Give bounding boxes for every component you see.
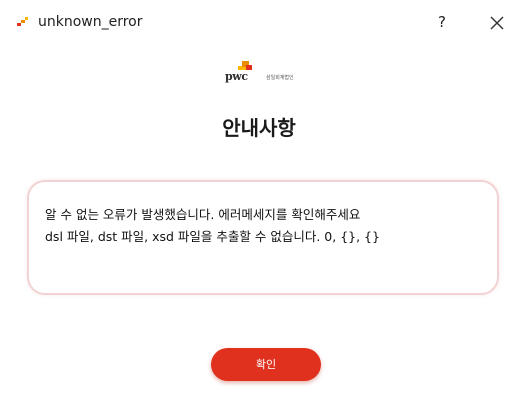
error-message-line-2: dsl 파일, dst 파일, xsd 파일을 추출할 수 없습니다. 0, {…: [45, 229, 380, 244]
close-icon[interactable]: [484, 10, 510, 36]
logo-wordmark: pwc: [225, 70, 248, 83]
error-message-line-1: 알 수 없는 오류가 발생했습니다. 에러메세지를 확인해주세요: [45, 207, 361, 222]
dialog-heading: 안내사항: [222, 116, 296, 140]
pwc-app-icon: [17, 17, 28, 26]
window-title: unknown_error: [38, 14, 143, 30]
confirm-button[interactable]: 확인: [211, 348, 321, 381]
error-message: 알 수 없는 오류가 발생했습니다. 에러메세지를 확인해주세요 dsl 파일,…: [45, 204, 481, 248]
pwc-logo: pwc 삼일회계법인: [224, 58, 314, 88]
message-box: 알 수 없는 오류가 발생했습니다. 에러메세지를 확인해주세요 dsl 파일,…: [27, 180, 499, 295]
error-dialog: unknown_error ? pwc 삼일회계법인 안내사항 알 수 없는 오…: [0, 0, 518, 414]
title-bar: unknown_error ?: [0, 0, 518, 44]
logo-subtext: 삼일회계법인: [266, 75, 294, 81]
help-button[interactable]: ?: [430, 10, 454, 34]
